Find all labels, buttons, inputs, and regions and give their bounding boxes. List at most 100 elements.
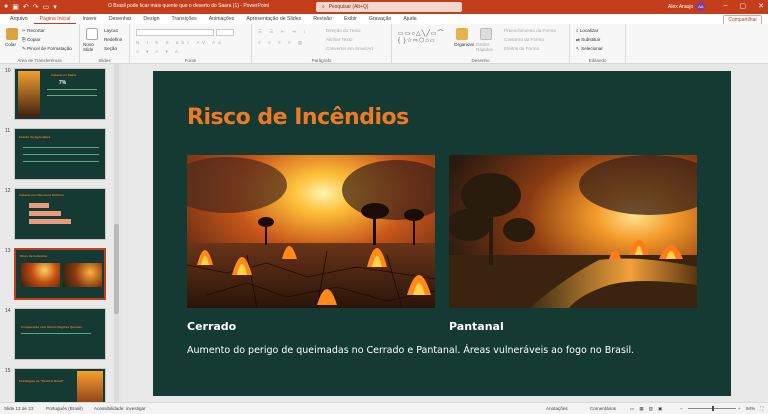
tab-apresenta-o-de-slides[interactable]: Apresentação de Slides: [240, 14, 307, 24]
list-buttons[interactable]: ☰ ☰ ⇤ ⇥ ↕: [258, 29, 308, 35]
tab-exibir[interactable]: Exibir: [338, 14, 363, 24]
thumb-line: [23, 161, 99, 162]
slide-thumbnail[interactable]: 15 Estratégias de "Resfriar Brasil": [0, 368, 112, 402]
new-slide-button[interactable]: Novo Slide: [83, 42, 103, 52]
smartart-button[interactable]: Converter em SmartArt: [326, 46, 373, 51]
tab-inserir[interactable]: Inserir: [76, 14, 102, 24]
slide-canvas[interactable]: Risco de Incêndios Cerrado Pantanal Aume…: [153, 71, 731, 396]
section-button[interactable]: Seção: [104, 46, 117, 51]
paste-icon[interactable]: [6, 28, 18, 40]
text-direction-button[interactable]: Direção do Texto: [326, 28, 360, 33]
customize-qat-icon[interactable]: ▾: [53, 3, 57, 11]
new-slide-icon[interactable]: [86, 28, 98, 40]
slide-number: 12: [5, 188, 11, 194]
slide-thumbnail[interactable]: 12 Impacto nos Recursos Hídricos: [0, 188, 112, 246]
thumb-line: [21, 333, 91, 334]
maximize-icon[interactable]: ▢: [740, 2, 747, 10]
pantanal-fire-image[interactable]: [449, 155, 697, 308]
slide-title[interactable]: Risco de Incêndios: [187, 105, 409, 130]
group-label: Área de Transferência: [17, 58, 62, 63]
group-editing: ⌕ Localizar ⇄ Substituir ↖ Selecionar Ed…: [570, 24, 626, 64]
accessibility-checker[interactable]: Acessibilidade: investigar: [94, 406, 146, 411]
slide-number: 15: [5, 368, 11, 374]
tab-p-gina-inicial[interactable]: Página Inicial: [33, 14, 77, 24]
caption-cerrado[interactable]: Cerrado: [187, 320, 236, 333]
group-label: Slides: [98, 58, 111, 63]
slide-body-text[interactable]: Aumento do perigo de queimadas no Cerrad…: [187, 345, 634, 356]
tab-revis-o[interactable]: Revisão: [307, 14, 338, 24]
tab-transi-es[interactable]: Transições: [166, 14, 203, 24]
title-bar: ● ▣ ↶ ↷ ▭ ▾ O Brasil pode ficar mais que…: [0, 0, 768, 14]
tab-arquivo[interactable]: Arquivo: [4, 14, 34, 24]
paste-button[interactable]: Colar: [5, 42, 16, 47]
font-size-dropdown[interactable]: [216, 29, 234, 36]
zoom-slider-handle[interactable]: [712, 406, 714, 411]
scrollbar-thumb[interactable]: [114, 224, 119, 314]
tab-grava-o[interactable]: Gravação: [363, 14, 398, 24]
shape-outline-button[interactable]: Contorno da Forma: [504, 37, 544, 42]
slide-thumbnail[interactable]: 11 Estudo da Agricultura: [0, 128, 112, 186]
thumb-line: [47, 89, 97, 90]
save-icon[interactable]: ▣: [12, 3, 19, 11]
minimize-icon[interactable]: –: [724, 2, 728, 10]
user-account[interactable]: Alex Araujo AA: [668, 2, 706, 11]
ribbon: Colar ✂ Recortar ⎘ Copiar ✎ Pincel de Fo…: [0, 24, 768, 64]
user-name: Alex Araujo: [668, 3, 694, 10]
thumb-title: Risco de Incêndios: [20, 254, 48, 258]
tab-anima-es[interactable]: Animações: [203, 14, 241, 24]
cut-button[interactable]: ✂ Recortar: [22, 28, 45, 34]
zoom-in-icon[interactable]: +: [738, 406, 741, 411]
thumbnail-image: Impacto nos Recursos Hídricos: [14, 188, 106, 240]
tab-design[interactable]: Design: [137, 14, 165, 24]
copy-button[interactable]: ⎘ Copiar: [22, 37, 41, 42]
zoom-level[interactable]: 94%: [746, 406, 755, 411]
thumb-title: Impacto nos Recursos Hídricos: [19, 193, 65, 197]
thumb-bar: [29, 211, 61, 216]
search-box[interactable]: ⌕ Pesquisar (Alt+Q): [316, 2, 462, 12]
slide-thumbnail-selected[interactable]: 13 Risco de Incêndios: [0, 248, 112, 306]
align-buttons[interactable]: ≡ ≡ ≡ ≡ ▥: [258, 40, 305, 46]
font-color-buttons[interactable]: A ▾ A ▾ A: [136, 49, 181, 55]
slide-number: 11: [5, 128, 11, 134]
redo-icon[interactable]: ↷: [33, 3, 39, 11]
font-format-buttons[interactable]: N I S S abc AV Aa: [136, 40, 224, 45]
close-icon[interactable]: ✕: [758, 2, 764, 10]
slide-thumbnail[interactable]: 10 Impacto no Saara 7%: [0, 68, 112, 126]
font-family-dropdown[interactable]: [136, 29, 214, 36]
tab-desenhar[interactable]: Desenhar: [103, 14, 138, 24]
slide-thumbnail[interactable]: 14 Comparação com Outras Regiões Quentes: [0, 308, 112, 366]
language-indicator[interactable]: Português (Brasil): [46, 406, 83, 411]
slide-thumbnail-panel: 10 Impacto no Saara 7% 11 Estudo da Agri…: [0, 64, 120, 402]
zoom-out-icon[interactable]: −: [680, 406, 683, 411]
arrange-icon[interactable]: [456, 28, 468, 40]
find-button[interactable]: ⌕ Localizar: [576, 28, 598, 33]
layout-button[interactable]: Layout: [104, 28, 118, 33]
arrange-button[interactable]: Organizar: [454, 42, 474, 47]
search-icon: ⌕: [322, 4, 325, 10]
quick-styles-button[interactable]: Estilos Rápidos: [476, 42, 498, 52]
shape-fill-button[interactable]: Preenchimento da Forma: [504, 28, 556, 33]
pantanal-fire-illustration: [449, 155, 697, 308]
autosave-icon[interactable]: ●: [4, 3, 8, 11]
undo-icon[interactable]: ↶: [23, 3, 29, 11]
shapes-gallery[interactable]: ▭▭○△╲╱▭⌒{ }☆⇨⬡⌂▱: [398, 28, 444, 44]
caption-pantanal[interactable]: Pantanal: [449, 320, 504, 333]
group-drawing: ▭▭○△╲╱▭⌒{ }☆⇨⬡⌂▱ Organizar Estilos Rápid…: [392, 24, 570, 64]
thumbnail-scrollbar[interactable]: [114, 64, 119, 402]
fit-slide-icon[interactable]: ⛶: [760, 406, 763, 411]
replace-button[interactable]: ⇄ Substituir: [576, 37, 600, 43]
comments-button[interactable]: Comentários: [590, 406, 616, 411]
thumb-fire-image: [77, 371, 103, 402]
align-text-button[interactable]: Alinhar Texto: [326, 37, 352, 42]
quick-styles-icon[interactable]: [480, 28, 492, 40]
cerrado-fire-image[interactable]: [187, 155, 435, 308]
view-buttons[interactable]: ▭▦▥▣: [630, 406, 667, 412]
notes-button[interactable]: Anotações: [546, 406, 568, 411]
select-button[interactable]: ↖ Selecionar: [576, 46, 603, 52]
format-painter-button[interactable]: ✎ Pincel de Formatação: [22, 46, 72, 52]
tab-ajuda[interactable]: Ajuda: [397, 14, 422, 24]
thumb-title: Comparação com Outras Regiões Quentes: [21, 325, 83, 329]
present-icon[interactable]: ▭: [43, 3, 50, 11]
shape-effects-button[interactable]: Efeitos de Forma: [504, 46, 539, 51]
reset-button[interactable]: Redefinir: [104, 37, 122, 42]
